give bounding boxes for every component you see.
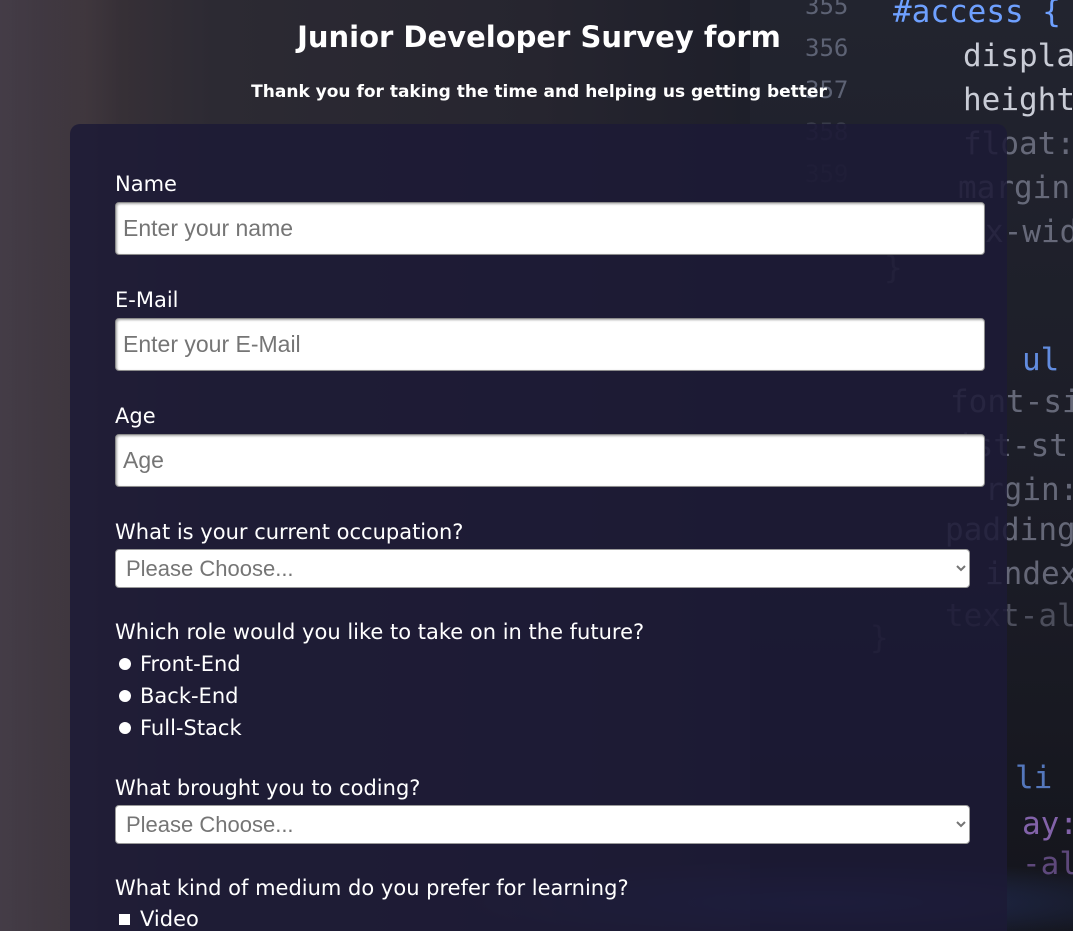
name-label: Name — [115, 172, 177, 196]
radio-button[interactable] — [119, 722, 131, 734]
occupation-label: What is your current occupation? — [115, 520, 464, 544]
radio-button[interactable] — [119, 690, 131, 702]
age-input[interactable] — [115, 434, 985, 487]
page-subtitle: Thank you for taking the time and helpin… — [251, 82, 827, 102]
name-input[interactable] — [115, 202, 985, 255]
code-line: ul — [1022, 342, 1060, 378]
age-label: Age — [115, 404, 156, 428]
checkbox[interactable] — [119, 913, 130, 925]
code-line: ay: — [1022, 806, 1073, 842]
checkbox-label: Video — [140, 907, 199, 931]
occupation-dropdown[interactable]: Please Choose... — [115, 549, 970, 588]
coding-reason-label: What brought you to coding? — [115, 776, 421, 800]
radio-option-full-stack[interactable]: Full-Stack — [118, 716, 242, 740]
radio-option-back-end[interactable]: Back-End — [118, 684, 238, 708]
code-line-number: 355 — [805, 0, 849, 20]
email-label: E-Mail — [115, 288, 179, 312]
code-line: -alf — [1022, 846, 1073, 882]
future-role-label: Which role would you like to take on in … — [115, 620, 645, 644]
radio-label: Front-End — [140, 652, 241, 676]
radio-button[interactable] — [119, 658, 131, 670]
radio-label: Back-End — [140, 684, 239, 708]
code-line: li { — [1015, 760, 1073, 796]
radio-label: Full-Stack — [140, 716, 242, 740]
page-title: Junior Developer Survey form — [297, 20, 781, 54]
checkbox-option-video[interactable]: Video — [118, 907, 199, 931]
coding-reason-dropdown[interactable]: Please Choose... — [115, 805, 970, 844]
radio-option-front-end[interactable]: Front-End — [118, 652, 241, 676]
learning-medium-label: What kind of medium do you prefer for le… — [115, 876, 629, 900]
email-input[interactable] — [115, 318, 985, 371]
